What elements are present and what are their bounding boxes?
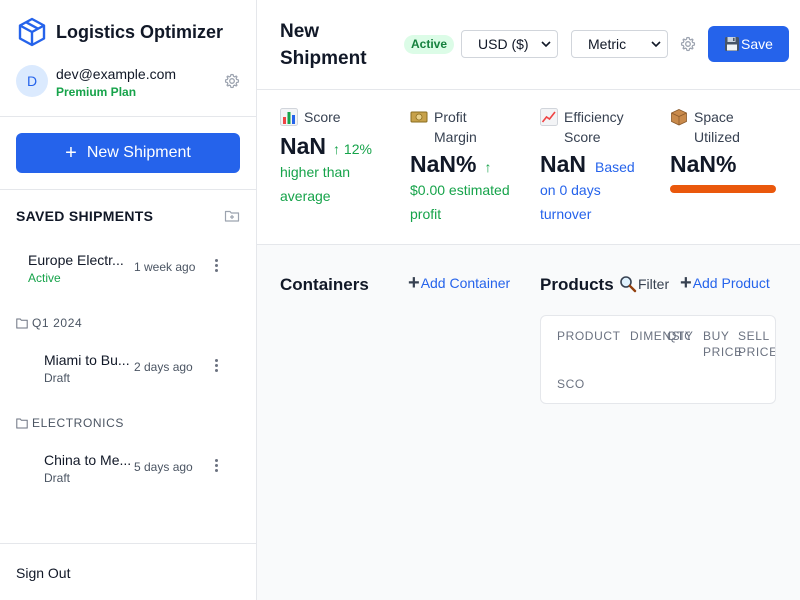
add-container-label: Add Container <box>420 275 511 291</box>
space-value: NaN% <box>670 151 737 177</box>
saved-shipments-title: SAVED SHIPMENTS <box>16 208 154 224</box>
divider <box>0 189 256 190</box>
divider <box>0 543 256 544</box>
shipment-name: Europe Electr... <box>28 252 124 268</box>
profit-label: Profit Margin <box>434 109 477 145</box>
add-product-label: Add Product <box>692 275 770 291</box>
score-label: Score <box>304 109 341 125</box>
filter-button[interactable]: Filter <box>619 275 669 293</box>
user-profile: D dev@example.com Premium Plan <box>16 65 242 101</box>
group-name: ELECTRONICS <box>32 416 124 430</box>
more-vertical-icon[interactable] <box>208 255 224 275</box>
shipment-name: Miami to Bu... <box>44 352 130 368</box>
money-icon <box>410 111 428 123</box>
shipment-time: 1 week ago <box>134 260 196 274</box>
products-title: Products <box>540 275 614 294</box>
filter-label: Filter <box>638 276 670 292</box>
profit-arrow: ↑ <box>484 159 492 175</box>
avatar[interactable]: D <box>16 65 48 97</box>
bar-chart-icon <box>280 108 298 126</box>
efficiency-note-line: turnover <box>540 206 592 222</box>
trending-chart-icon <box>540 108 558 126</box>
new-shipment-button[interactable]: + New Shipment <box>16 133 240 173</box>
new-shipment-label: New Shipment <box>86 144 191 161</box>
shipment-item[interactable]: China to Me... Draft 5 days ago <box>44 452 228 488</box>
profit-estimate-line: $0.00 estimated <box>410 182 510 198</box>
shipment-time: 2 days ago <box>134 360 193 374</box>
folder-icon <box>16 318 28 328</box>
saved-shipments-header: SAVED SHIPMENTS <box>16 208 240 226</box>
score-comparison-line: higher than <box>280 164 351 180</box>
shipment-item[interactable]: Europe Electr... Active 1 week ago <box>28 252 228 288</box>
efficiency-value: NaN <box>540 151 587 177</box>
space-metric: Space Utilized NaN% <box>670 107 790 193</box>
efficiency-note-line: on 0 days <box>540 182 601 198</box>
efficiency-metric: Efficiency Score NaN Based on 0 days tur… <box>540 107 660 226</box>
user-plan: Premium Plan <box>56 85 137 99</box>
score-delta: ↑ 12% <box>333 141 372 157</box>
sidebar: Logistics Optimizer D dev@example.com Pr… <box>0 0 257 600</box>
units-value: Metric <box>588 36 627 52</box>
shipment-time: 5 days ago <box>134 460 193 474</box>
gear-icon[interactable] <box>680 36 696 52</box>
space-progress-bar <box>670 185 776 193</box>
page-header: New Shipment Active USD ($) Metric Save <box>257 0 800 90</box>
package-logo-icon <box>18 17 46 47</box>
group-header-electronics[interactable]: ELECTRONICS <box>16 416 124 430</box>
score-comparison-line: average <box>280 188 331 204</box>
page-title: New Shipment <box>280 21 367 69</box>
shipment-name: China to Me... <box>44 452 132 468</box>
sign-out-link[interactable]: Sign Out <box>16 565 70 581</box>
package-icon <box>671 109 687 126</box>
profit-value: NaN% <box>410 151 477 177</box>
products-table: PRODUCT DIMENSIONS QTY BUY PRICE SELL PR… <box>540 315 776 404</box>
profit-estimate-line: profit <box>410 206 442 222</box>
shipment-status: Draft <box>44 371 71 385</box>
plus-icon: + <box>680 272 692 294</box>
plus-icon: + <box>408 272 420 294</box>
chevron-down-icon <box>541 41 551 48</box>
efficiency-note: Based <box>595 159 635 175</box>
floppy-disk-icon <box>725 37 740 51</box>
units-select[interactable]: Metric <box>571 30 668 58</box>
shipment-status: Draft <box>44 471 71 485</box>
group-header-q1-2024[interactable]: Q1 2024 <box>16 316 82 330</box>
space-label: Space Utilized <box>694 109 740 145</box>
save-button[interactable]: Save <box>708 26 789 62</box>
save-label: Save <box>741 36 773 52</box>
metrics-panel: Score NaN ↑ 12% higher than average Prof… <box>257 90 800 245</box>
column-header-score[interactable]: SCO <box>557 376 585 392</box>
status-badge: Active <box>404 35 455 54</box>
app-name: Logistics Optimizer <box>56 21 224 42</box>
currency-value: USD ($) <box>478 36 529 52</box>
currency-select[interactable]: USD ($) <box>461 30 558 58</box>
more-vertical-icon[interactable] <box>208 455 224 475</box>
folder-plus-icon[interactable] <box>224 208 240 224</box>
magnifier-icon <box>620 276 637 293</box>
brand: Logistics Optimizer <box>18 17 223 47</box>
divider <box>0 116 256 117</box>
chevron-down-icon <box>651 41 661 48</box>
column-header-qty[interactable]: QTY <box>667 328 693 344</box>
add-product-button[interactable]: + Add Product <box>680 272 770 294</box>
folder-icon <box>16 418 28 428</box>
shipment-status: Active <box>28 271 61 285</box>
efficiency-label: Efficiency Score <box>564 109 624 145</box>
plus-icon: + <box>65 142 77 164</box>
column-header-buy-price[interactable]: BUY PRICE <box>703 328 742 360</box>
gear-icon[interactable] <box>224 73 240 89</box>
add-container-button[interactable]: + Add Container <box>408 272 511 294</box>
column-header-sell-price[interactable]: SELL PRICE <box>738 328 775 360</box>
user-email: dev@example.com <box>56 66 177 82</box>
score-value: NaN <box>280 133 327 159</box>
profit-metric: Profit Margin NaN% ↑ $0.00 estimated pro… <box>410 107 530 226</box>
score-metric: Score NaN ↑ 12% higher than average <box>280 107 400 208</box>
shipment-item[interactable]: Miami to Bu... Draft 2 days ago <box>44 352 228 388</box>
group-name: Q1 2024 <box>32 316 83 330</box>
containers-title: Containers <box>280 275 369 294</box>
column-header-product[interactable]: PRODUCT <box>557 328 621 344</box>
more-vertical-icon[interactable] <box>208 355 224 375</box>
